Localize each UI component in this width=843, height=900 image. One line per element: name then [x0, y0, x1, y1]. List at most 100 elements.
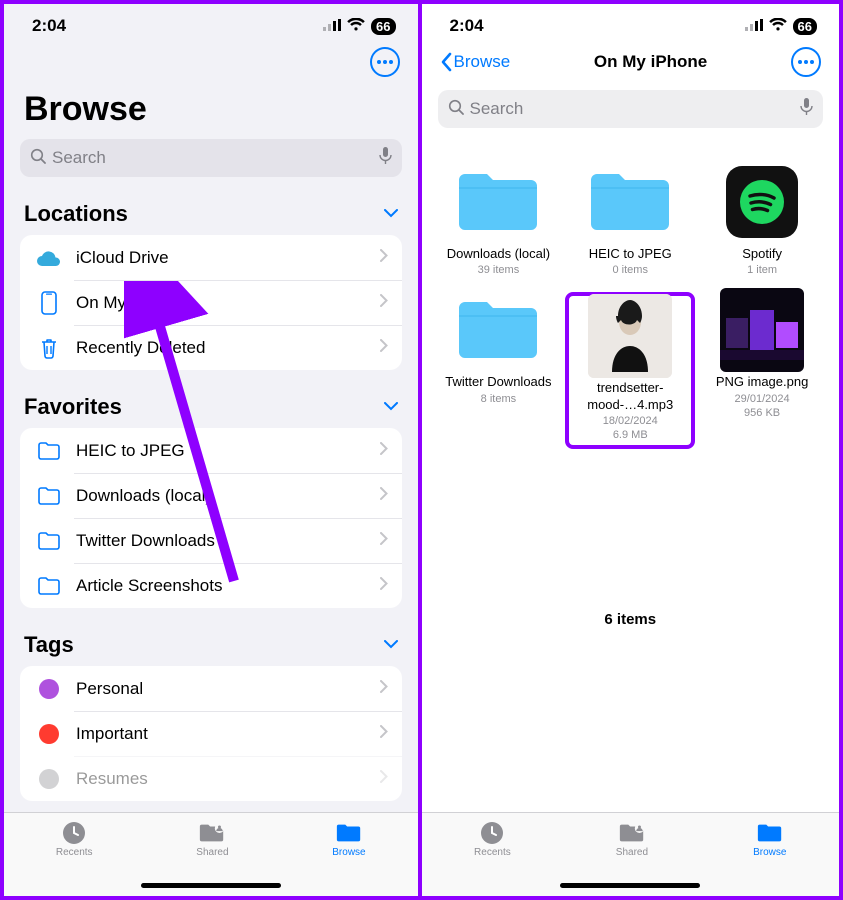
status-bar: 2:04 66: [4, 4, 418, 44]
clock-icon: [478, 821, 506, 845]
folder-icon: [453, 166, 543, 238]
phone-right: 2:04 66 Browse On My iPhone Search Downl…: [422, 0, 843, 900]
tag-personal[interactable]: Personal: [20, 666, 402, 711]
chevron-right-icon: [380, 249, 388, 267]
tab-bar: Recents Shared Browse: [4, 812, 418, 896]
tags-header[interactable]: Tags: [4, 622, 418, 666]
shared-folder-icon: [198, 821, 226, 845]
tag-dot-icon: [34, 679, 64, 699]
favorite-downloads-local[interactable]: Downloads (local): [20, 473, 402, 518]
tag-resumes[interactable]: Resumes: [20, 756, 402, 801]
browse-content: Locations iCloud Drive On My iPhone Rece…: [4, 191, 418, 896]
folder-icon: [34, 577, 64, 595]
status-time: 2:04: [32, 16, 66, 36]
status-bar: 2:04 66: [422, 4, 840, 44]
tab-recents[interactable]: Recents: [56, 821, 93, 896]
cellular-icon: [323, 16, 341, 36]
favorite-twitter-downloads[interactable]: Twitter Downloads: [20, 518, 402, 563]
chevron-right-icon: [380, 725, 388, 743]
chevron-right-icon: [380, 442, 388, 460]
search-icon: [448, 99, 464, 120]
location-recently-deleted[interactable]: Recently Deleted: [20, 325, 402, 370]
folder-icon: [34, 532, 64, 550]
shared-folder-icon: [618, 821, 646, 845]
back-button[interactable]: Browse: [440, 52, 511, 72]
chevron-right-icon: [380, 577, 388, 595]
folder-downloads-local[interactable]: Downloads (local) 39 items: [436, 166, 562, 276]
file-trendsetter-mp3[interactable]: trendsetter-mood-…4.mp3 18/02/2024 6.9 M…: [567, 294, 693, 447]
search-input[interactable]: Search: [438, 90, 824, 128]
image-thumbnail: [717, 294, 807, 366]
search-icon: [30, 148, 46, 169]
folder-icon: [335, 821, 363, 845]
more-button[interactable]: [370, 47, 400, 77]
location-icloud-drive[interactable]: iCloud Drive: [20, 235, 402, 280]
chevron-down-icon: [384, 636, 398, 654]
chevron-down-icon: [384, 398, 398, 416]
folder-heic-to-jpeg[interactable]: HEIC to JPEG 0 items: [567, 166, 693, 276]
cellular-icon: [745, 16, 763, 36]
file-png-image[interactable]: PNG image.png 29/01/2024 956 KB: [699, 294, 825, 447]
search-input[interactable]: Search: [20, 139, 402, 177]
spotify-icon: [717, 166, 807, 238]
home-indicator[interactable]: [560, 883, 700, 888]
tab-bar: Recents Shared Browse: [422, 812, 840, 896]
battery-icon: 66: [371, 18, 395, 35]
status-time: 2:04: [450, 16, 484, 36]
items-count: 6 items: [436, 587, 826, 628]
chevron-right-icon: [380, 487, 388, 505]
wifi-icon: [347, 16, 365, 36]
folder-icon: [34, 442, 64, 460]
tab-browse[interactable]: Browse: [753, 821, 786, 896]
status-right: 66: [323, 16, 395, 36]
favorites-header[interactable]: Favorites: [4, 384, 418, 428]
phone-icon: [34, 291, 64, 315]
folder-twitter-downloads[interactable]: Twitter Downloads 8 items: [436, 294, 562, 447]
search-placeholder: Search: [470, 99, 801, 119]
search-placeholder: Search: [52, 148, 379, 168]
tag-dot-icon: [34, 769, 64, 789]
tab-recents[interactable]: Recents: [474, 821, 511, 896]
nav-row: [4, 44, 418, 84]
trash-icon: [34, 337, 64, 359]
tags-list: Personal Important Resumes: [20, 666, 402, 801]
home-indicator[interactable]: [141, 883, 281, 888]
clock-icon: [60, 821, 88, 845]
folder-icon: [34, 487, 64, 505]
favorites-title: Favorites: [24, 394, 122, 420]
locations-header[interactable]: Locations: [4, 191, 418, 235]
tags-title: Tags: [24, 632, 74, 658]
page-title: On My iPhone: [594, 52, 707, 72]
nav-row: Browse On My iPhone: [422, 44, 840, 84]
chevron-right-icon: [380, 339, 388, 357]
favorites-list: HEIC to JPEG Downloads (local) Twitter D…: [20, 428, 402, 608]
favorite-heic-to-jpeg[interactable]: HEIC to JPEG: [20, 428, 402, 473]
phone-left: 2:04 66 Browse Search Locations iCloud D…: [0, 0, 422, 900]
audio-thumbnail: [585, 300, 675, 372]
chevron-right-icon: [380, 294, 388, 312]
tag-important[interactable]: Important: [20, 711, 402, 756]
tag-dot-icon: [34, 724, 64, 744]
battery-icon: 66: [793, 18, 817, 35]
locations-list: iCloud Drive On My iPhone Recently Delet…: [20, 235, 402, 370]
wifi-icon: [769, 16, 787, 36]
folder-icon: [756, 821, 784, 845]
tab-browse[interactable]: Browse: [332, 821, 365, 896]
files-grid: Downloads (local) 39 items HEIC to JPEG …: [422, 142, 840, 896]
favorite-article-screenshots[interactable]: Article Screenshots: [20, 563, 402, 608]
mic-icon[interactable]: [800, 98, 813, 121]
folder-icon: [453, 294, 543, 366]
status-right: 66: [745, 16, 817, 36]
chevron-right-icon: [380, 770, 388, 788]
location-on-my-iphone[interactable]: On My iPhone: [20, 280, 402, 325]
folder-icon: [585, 166, 675, 238]
folder-spotify[interactable]: Spotify 1 item: [699, 166, 825, 276]
chevron-right-icon: [380, 532, 388, 550]
page-title: Browse: [4, 84, 418, 139]
chevron-right-icon: [380, 680, 388, 698]
more-button[interactable]: [791, 47, 821, 77]
locations-title: Locations: [24, 201, 128, 227]
cloud-icon: [34, 249, 64, 267]
chevron-down-icon: [384, 205, 398, 223]
mic-icon[interactable]: [379, 147, 392, 170]
